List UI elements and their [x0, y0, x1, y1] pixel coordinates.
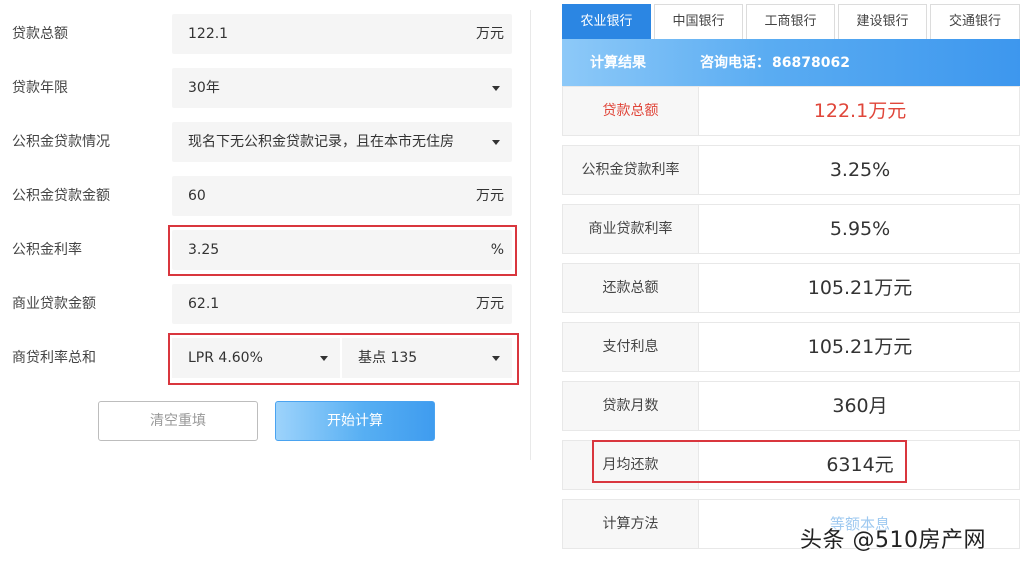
result-label: 月均还款 [563, 441, 699, 489]
fund-situation-label: 公积金贷款情况 [12, 134, 110, 150]
hotline-label: 咨询电话： [700, 55, 770, 71]
result-row-commercial-rate: 商业贷款利率 5.95% [562, 204, 1020, 254]
fund-amount-input[interactable]: 60 万元 [172, 176, 512, 216]
result-value: 3.25% [829, 159, 891, 181]
result-label: 贷款月数 [563, 382, 699, 430]
fund-rate-input[interactable]: 3.25 % [172, 230, 512, 270]
basis-points-value: 基点 135 [358, 350, 418, 366]
loan-total-label: 贷款总额 [12, 26, 68, 42]
loan-term-value: 30年 [188, 80, 220, 96]
tab-ccb[interactable]: 建设银行 [838, 4, 927, 39]
result-header: 计算结果 咨询电话： 86878062 [562, 39, 1020, 87]
reset-button[interactable]: 清空重填 [98, 401, 258, 441]
result-value: 105.21万元 [807, 277, 913, 299]
row-commercial-amount: 商业贷款金额 62.1 万元 [0, 284, 530, 324]
tab-boc[interactable]: 中国银行 [654, 4, 743, 39]
chevron-down-icon [492, 86, 500, 91]
panel-divider [530, 10, 531, 460]
fund-amount-unit: 万元 [476, 188, 504, 204]
result-value: 360月 [832, 395, 888, 417]
row-fund-situation: 公积金贷款情况 现名下无公积金贷款记录，且在本市无住房 [0, 122, 530, 162]
lpr-value: LPR 4.60% [188, 350, 263, 366]
result-label: 支付利息 [563, 323, 699, 371]
result-label: 商业贷款利率 [563, 205, 699, 253]
result-label: 还款总额 [563, 264, 699, 312]
result-value: 5.95% [829, 218, 891, 240]
result-row-months: 贷款月数 360月 [562, 381, 1020, 431]
result-value: 122.1万元 [813, 100, 907, 122]
row-fund-rate: 公积金利率 3.25 % [0, 230, 530, 270]
fund-situation-select[interactable]: 现名下无公积金贷款记录，且在本市无住房 [172, 122, 512, 162]
basis-points-select[interactable]: 基点 135 [342, 338, 512, 378]
commercial-amount-input[interactable]: 62.1 万元 [172, 284, 512, 324]
commercial-rate-label: 商贷利率总和 [12, 350, 96, 366]
tab-abc[interactable]: 农业银行 [562, 4, 651, 39]
loan-total-input[interactable]: 122.1 万元 [172, 14, 512, 54]
chevron-down-icon [320, 356, 328, 361]
result-row-loan-total: 贷款总额 122.1万元 [562, 86, 1020, 136]
result-row-fund-rate: 公积金贷款利率 3.25% [562, 145, 1020, 195]
loan-total-unit: 万元 [476, 26, 504, 42]
loan-form: 贷款总额 122.1 万元 贷款年限 30年 公积金贷款情况 现名下无公积金贷款… [0, 0, 530, 569]
commercial-amount-unit: 万元 [476, 296, 504, 312]
result-value: 105.21万元 [807, 336, 913, 358]
result-title: 计算结果 [590, 55, 646, 71]
fund-rate-value: 3.25 [188, 242, 220, 258]
fund-amount-value: 60 [188, 188, 206, 204]
calculate-button[interactable]: 开始计算 [275, 401, 435, 441]
fund-situation-value: 现名下无公积金贷款记录，且在本市无住房 [188, 134, 454, 150]
row-loan-total: 贷款总额 122.1 万元 [0, 14, 530, 54]
loan-term-label: 贷款年限 [12, 80, 68, 96]
chevron-down-icon [492, 356, 500, 361]
row-fund-amount: 公积金贷款金额 60 万元 [0, 176, 530, 216]
loan-total-value: 122.1 [188, 26, 229, 42]
commercial-amount-value: 62.1 [188, 296, 220, 312]
result-value: 6314元 [826, 454, 894, 476]
fund-amount-label: 公积金贷款金额 [12, 188, 110, 204]
result-row-total-repayment: 还款总额 105.21万元 [562, 263, 1020, 313]
result-label: 贷款总额 [563, 87, 699, 135]
fund-rate-label: 公积金利率 [12, 242, 82, 258]
result-row-monthly-payment: 月均还款 6314元 [562, 440, 1020, 490]
result-label: 计算方法 [563, 500, 699, 548]
tab-icbc[interactable]: 工商银行 [746, 4, 835, 39]
tab-bocom[interactable]: 交通银行 [930, 4, 1020, 39]
result-label: 公积金贷款利率 [563, 146, 699, 194]
row-loan-term: 贷款年限 30年 [0, 68, 530, 108]
hotline-number: 86878062 [772, 55, 850, 71]
loan-term-select[interactable]: 30年 [172, 68, 512, 108]
bank-tabs: 农业银行 中国银行 工商银行 建设银行 交通银行 [562, 4, 1020, 39]
row-commercial-rate: 商贷利率总和 LPR 4.60% 基点 135 [0, 338, 530, 378]
lpr-select[interactable]: LPR 4.60% [172, 338, 340, 378]
chevron-down-icon [492, 140, 500, 145]
result-row-interest: 支付利息 105.21万元 [562, 322, 1020, 372]
commercial-amount-label: 商业贷款金额 [12, 296, 96, 312]
fund-rate-unit: % [490, 242, 504, 258]
watermark: 头条 @510房产网 [800, 528, 986, 553]
